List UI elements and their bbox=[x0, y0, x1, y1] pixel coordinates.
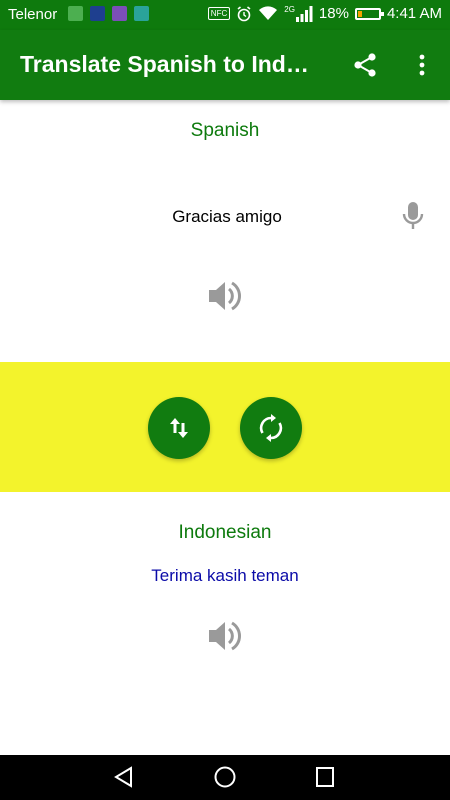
gallery-icon bbox=[112, 6, 127, 21]
control-band bbox=[0, 362, 450, 492]
nfc-icon: NFC bbox=[207, 7, 231, 20]
more-vert-icon bbox=[419, 54, 425, 76]
nav-back-button[interactable] bbox=[112, 765, 136, 789]
battery-icon bbox=[354, 7, 384, 20]
carrier-name: Telenor bbox=[8, 6, 58, 23]
battery-percent: 18% bbox=[318, 5, 349, 22]
swap-languages-icon bbox=[170, 418, 188, 438]
share-button[interactable] bbox=[352, 52, 378, 78]
alarm-icon bbox=[237, 5, 251, 21]
status-bar: Telenor NFC 2G 18% 4:41 AM bbox=[0, 0, 450, 30]
network-type: 2G bbox=[284, 5, 295, 14]
speaker-icon bbox=[209, 281, 242, 311]
recents-icon bbox=[316, 767, 334, 787]
overflow-menu-button[interactable] bbox=[412, 52, 432, 78]
target-language-label[interactable]: Indonesian bbox=[0, 522, 450, 544]
notification-icons bbox=[68, 6, 149, 21]
speaker-icon bbox=[209, 621, 242, 651]
battery-fill bbox=[357, 10, 362, 17]
signal-icon bbox=[295, 5, 313, 22]
nav-recents-button[interactable] bbox=[314, 765, 336, 789]
cleaner-icon bbox=[68, 6, 83, 21]
download-icon bbox=[134, 6, 149, 21]
home-icon bbox=[214, 766, 236, 788]
nav-home-button[interactable] bbox=[213, 765, 237, 789]
app-bar: Translate Spanish to Indonesian bbox=[0, 30, 450, 100]
wifi-icon bbox=[259, 5, 278, 20]
messenger-icon bbox=[90, 6, 105, 21]
swap-languages-button[interactable] bbox=[148, 397, 210, 459]
voice-input-button[interactable] bbox=[400, 200, 426, 232]
back-icon bbox=[114, 766, 132, 788]
source-text-input[interactable] bbox=[60, 200, 394, 234]
translated-text: Terima kasih teman bbox=[151, 566, 299, 585]
source-language-label[interactable]: Spanish bbox=[0, 120, 450, 142]
speak-translation-button[interactable] bbox=[205, 616, 245, 656]
speak-source-button[interactable] bbox=[205, 276, 245, 316]
app-title: Translate Spanish to Indonesian bbox=[20, 51, 320, 77]
mic-icon bbox=[402, 202, 424, 229]
navigation-bar bbox=[0, 755, 450, 800]
clock: 4:41 AM bbox=[386, 5, 442, 22]
share-icon bbox=[354, 53, 376, 77]
refresh-button[interactable] bbox=[240, 397, 302, 459]
system-icons: NFC 2G 18% 4:41 AM bbox=[207, 5, 442, 22]
refresh-icon bbox=[259, 414, 283, 442]
